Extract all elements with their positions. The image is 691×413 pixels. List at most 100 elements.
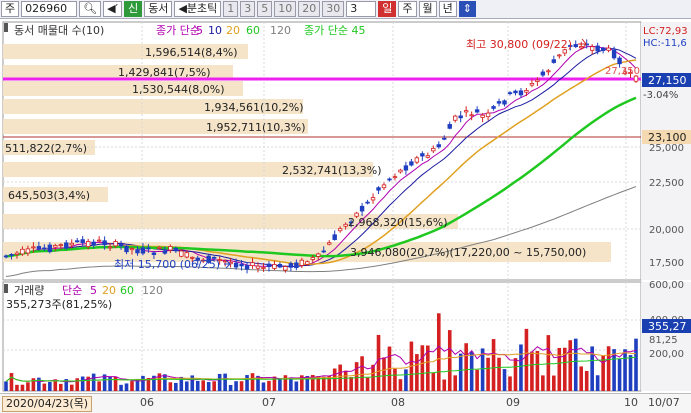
- profile-label-6: 511,822(2,7%): [5, 142, 87, 155]
- period-tab-year[interactable]: 년: [438, 1, 457, 17]
- volume-bar: [393, 368, 397, 391]
- candle-body: [244, 265, 250, 270]
- candle-body: [442, 137, 447, 140]
- candle-body: [540, 71, 546, 76]
- candle-body: [261, 267, 266, 269]
- volume-bar: [184, 381, 189, 391]
- candle-body: [20, 248, 25, 255]
- profile-label-5: 1,952,711(10,3%): [206, 121, 306, 134]
- ma45-legend: 종가 단순 45: [304, 24, 365, 37]
- candle-body: [480, 114, 485, 118]
- candle-body: [168, 246, 173, 251]
- volume-bar: [486, 357, 490, 391]
- candle-body: [184, 252, 189, 258]
- candle-body: [414, 157, 420, 163]
- volume-bar: [447, 330, 452, 391]
- volume-bar: [48, 381, 52, 391]
- volume-bar: [634, 338, 638, 391]
- ma60-legend: 60: [246, 24, 260, 37]
- period-tab-20[interactable]: 20: [298, 1, 321, 17]
- sound-icon[interactable]: ◀′: [103, 1, 123, 17]
- count-select[interactable]: 3: [346, 1, 377, 17]
- volume-bar: [15, 384, 19, 391]
- candle-body: [420, 153, 425, 157]
- y-tick-1: 25,000: [649, 143, 684, 154]
- volume-bar: [332, 368, 337, 391]
- candle-body: [518, 90, 524, 96]
- candle-body: [453, 115, 458, 121]
- candle-body: [327, 242, 332, 245]
- volume-bar: [141, 375, 145, 391]
- candle-body: [551, 59, 557, 63]
- volume-bar: [278, 378, 282, 391]
- volume-bar: [212, 381, 216, 391]
- candle-body: [546, 70, 551, 73]
- stock-code-input[interactable]: 026960: [21, 1, 78, 17]
- volume-bar: [502, 369, 507, 391]
- volume-bar: [371, 364, 375, 391]
- profile-label-9: 2,968,320(15,6%): [348, 216, 448, 229]
- volume-legend-ma-label: 단순: [62, 284, 82, 297]
- chart-area: 1,596,514(8,4%) 1,429,841(7,5%) 1,530,54…: [0, 20, 691, 393]
- period-tab-month[interactable]: 월: [418, 1, 437, 17]
- period-tab-day[interactable]: 일: [378, 1, 397, 17]
- candle-body: [129, 248, 135, 251]
- month-label-10: 10: [624, 396, 638, 409]
- candle-body: [463, 110, 469, 113]
- ma10-legend: 10: [208, 24, 222, 37]
- cursor-date: 2020/04/23(목): [2, 396, 93, 412]
- search-icon[interactable]: 🔍︎: [79, 1, 102, 17]
- volume-bar: [584, 370, 589, 391]
- vol-tick-3: 200,00: [649, 349, 684, 360]
- period-tab-5[interactable]: 5: [257, 1, 273, 17]
- period-tab-3[interactable]: 3: [240, 1, 256, 17]
- candle-body: [14, 252, 20, 255]
- last-annotation: 27,350: [605, 66, 640, 77]
- volume-bar: [239, 381, 244, 391]
- candle-body: [496, 101, 502, 104]
- candle-body: [135, 249, 140, 254]
- volume-bar: [354, 362, 359, 391]
- candle-body: [25, 248, 31, 254]
- period-tab-10[interactable]: 10: [274, 1, 297, 17]
- stock-name: 동서: [144, 1, 173, 17]
- volume-bar: [535, 350, 540, 391]
- candle-body: [162, 250, 168, 254]
- period-tab-min[interactable]: ◀분초틱: [174, 1, 222, 17]
- volume-bar: [568, 340, 573, 391]
- market-select[interactable]: 주: [1, 1, 20, 17]
- candle-body: [606, 47, 611, 51]
- candle-body: [239, 263, 244, 267]
- right-date: 10/07: [648, 396, 680, 409]
- candle-body: [151, 252, 157, 255]
- updown-icon[interactable]: ⇕: [458, 1, 476, 17]
- toolbar: 주 026960 🔍︎ ◀′ 신 동서 ◀분초틱 1 3 5 10 20 30 …: [0, 0, 691, 19]
- volume-bar: [606, 346, 611, 391]
- high-annotation: 최고 30,800 (09/22): [466, 38, 572, 51]
- candle-body: [124, 245, 129, 253]
- volume-bar: [201, 380, 206, 391]
- candle-body: [524, 90, 529, 93]
- current-volume-value: 355,27: [648, 320, 687, 333]
- volume-bar: [338, 364, 342, 391]
- candle-body: [173, 247, 179, 252]
- volume-bar: [130, 381, 134, 391]
- volume-bar: [69, 384, 74, 391]
- candle-body: [316, 253, 321, 257]
- y-tick-3: 20,000: [649, 225, 684, 236]
- volume-bar: [113, 376, 118, 391]
- hc-label: HC:-11,6: [643, 38, 687, 49]
- volume-bar: [595, 375, 600, 391]
- period-tab-30[interactable]: 30: [322, 1, 345, 17]
- month-label-08: 08: [391, 396, 405, 409]
- volume-bar: [343, 370, 348, 391]
- candle-body: [595, 45, 600, 52]
- month-label-07: 07: [262, 396, 276, 409]
- volume-bar: [4, 381, 8, 391]
- period-tab-week[interactable]: 주: [398, 1, 417, 17]
- volume-bar: [475, 369, 479, 391]
- period-tab-1[interactable]: 1: [223, 1, 239, 17]
- candle-body: [75, 240, 80, 243]
- candle-body: [474, 109, 480, 113]
- y-tick-4: 17,500: [649, 258, 684, 269]
